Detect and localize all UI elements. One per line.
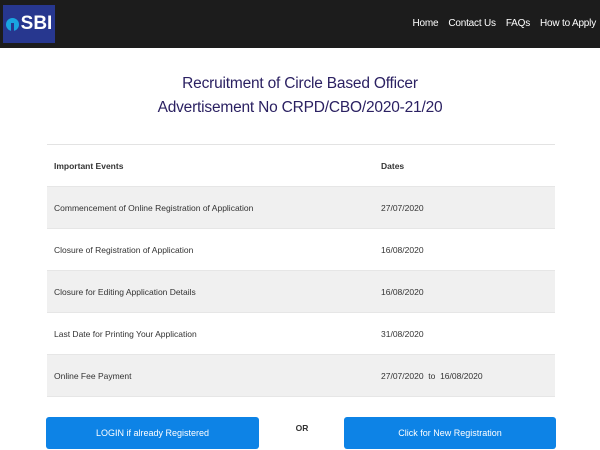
- top-navbar: SBI Home Contact Us FAQs How to Apply: [0, 0, 600, 48]
- event-name: Last Date for Printing Your Application: [54, 328, 197, 339]
- event-name: Closure of Registration of Application: [54, 244, 194, 255]
- table-row: Closure of Registration of Application 1…: [47, 229, 555, 271]
- nav-menu: Home Contact Us FAQs How to Apply: [412, 18, 596, 29]
- new-registration-button[interactable]: Click for New Registration: [344, 417, 556, 449]
- page-title-line1: Recruitment of Circle Based Officer: [182, 75, 418, 92]
- event-date: 31/08/2020: [381, 328, 424, 339]
- nav-how-to-apply-link[interactable]: How to Apply: [540, 18, 596, 29]
- column-header-dates: Dates: [381, 160, 405, 171]
- event-name: Online Fee Payment: [54, 370, 132, 381]
- event-date: 27/07/2020 to 16/08/2020: [381, 370, 483, 381]
- table-row: Closure for Editing Application Details …: [47, 271, 555, 313]
- table-row: Online Fee Payment 27/07/2020 to 16/08/2…: [47, 355, 555, 397]
- important-events-table: Important Events Dates Commencement of O…: [47, 144, 555, 397]
- table-row: Last Date for Printing Your Application …: [47, 313, 555, 355]
- event-name: Closure for Editing Application Details: [54, 286, 196, 297]
- nav-home-link[interactable]: Home: [412, 18, 438, 29]
- login-button[interactable]: LOGIN if already Registered: [46, 417, 259, 449]
- sbi-logo-icon: [5, 17, 19, 32]
- page-title-line2: Advertisement No CRPD/CBO/2020-21/20: [157, 99, 443, 116]
- event-date: 16/08/2020: [381, 286, 424, 297]
- logo-text: SBI: [20, 13, 53, 34]
- event-date: 16/08/2020: [381, 244, 424, 255]
- nav-contact-us-link[interactable]: Contact Us: [448, 18, 496, 29]
- table-header-row: Important Events Dates: [47, 145, 555, 187]
- page-title: Recruitment of Circle Based Officer Adve…: [0, 72, 600, 120]
- or-separator: OR: [295, 423, 309, 433]
- table-row: Commencement of Online Registration of A…: [47, 187, 555, 229]
- column-header-events: Important Events: [54, 160, 124, 171]
- nav-faqs-link[interactable]: FAQs: [506, 18, 530, 29]
- event-name: Commencement of Online Registration of A…: [54, 202, 254, 213]
- event-date: 27/07/2020: [381, 202, 424, 213]
- sbi-logo[interactable]: SBI: [3, 5, 55, 43]
